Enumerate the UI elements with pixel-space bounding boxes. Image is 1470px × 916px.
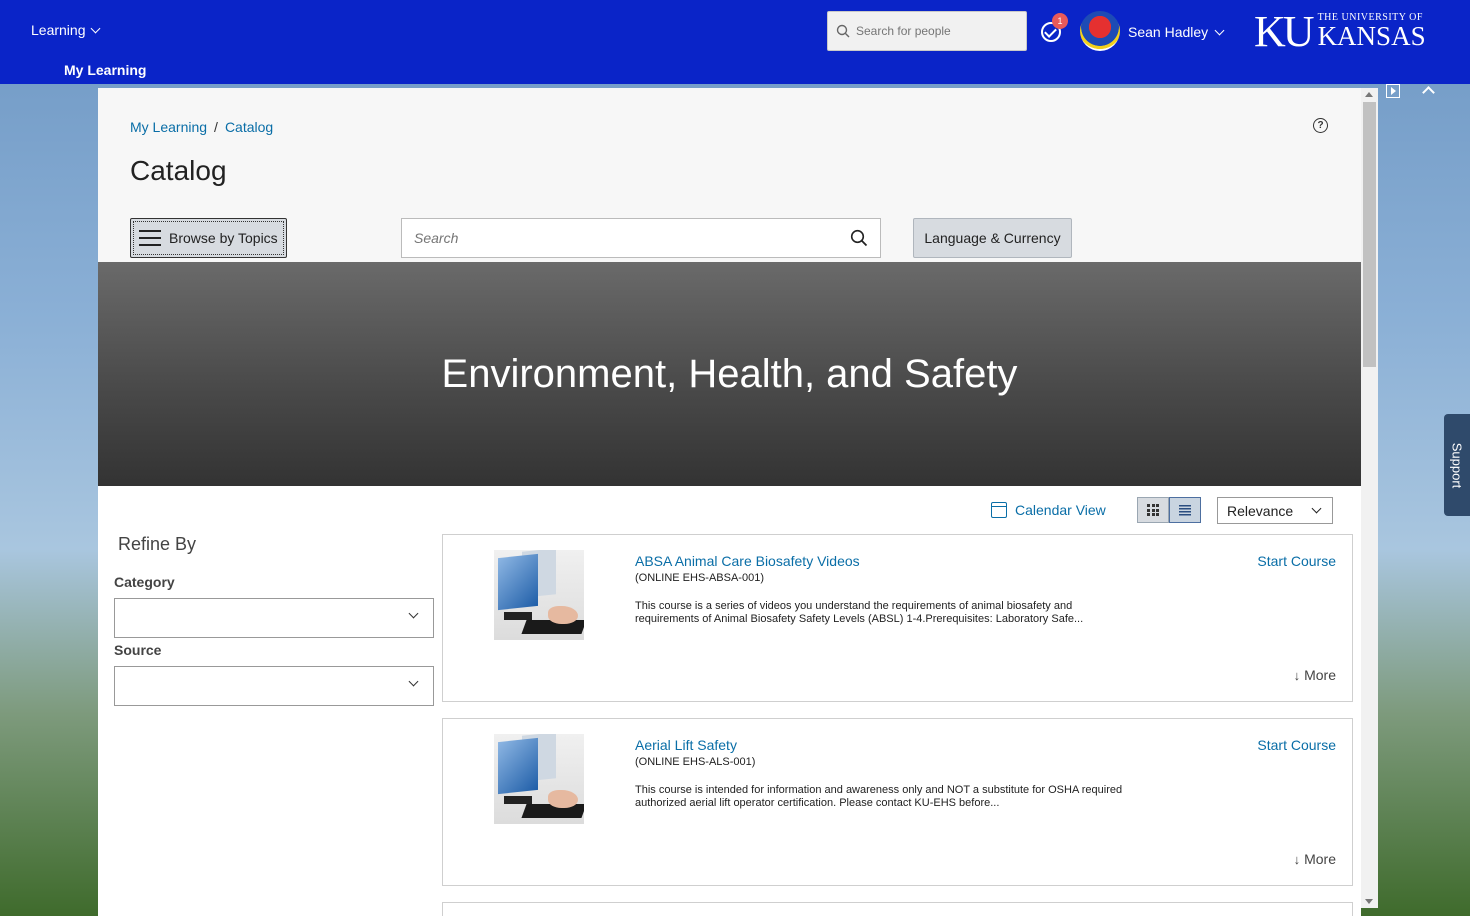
view-toggle xyxy=(1137,497,1201,523)
course-code: (ONLINE EHS-ABSA-001) xyxy=(635,572,764,584)
scrollbar[interactable] xyxy=(1361,88,1378,908)
ku-logo: KU THE UNIVERSITY OF KANSAS xyxy=(1254,10,1426,54)
source-label: Source xyxy=(114,642,162,658)
grid-view-button[interactable] xyxy=(1137,497,1169,523)
calendar-view-label: Calendar View xyxy=(1015,502,1106,518)
my-learning-nav[interactable]: My Learning xyxy=(64,62,146,78)
sort-value: Relevance xyxy=(1227,502,1294,519)
start-course-link[interactable]: Start Course xyxy=(1257,553,1336,569)
more-link[interactable]: ↓ More xyxy=(1294,667,1336,683)
search-icon[interactable] xyxy=(850,229,868,247)
start-course-link[interactable]: Start Course xyxy=(1257,737,1336,753)
people-search-input[interactable] xyxy=(856,24,1016,38)
browse-by-topics-button[interactable]: Browse by Topics xyxy=(130,218,287,258)
search-icon xyxy=(836,24,850,38)
more-label: More xyxy=(1304,667,1336,683)
arrow-down-icon: ↓ xyxy=(1293,667,1301,683)
breadcrumb-separator: / xyxy=(214,119,218,135)
chevron-down-icon xyxy=(408,676,419,687)
language-currency-button[interactable]: Language & Currency xyxy=(913,218,1072,258)
learning-menu-label: Learning xyxy=(31,22,86,38)
course-title[interactable]: Aerial Lift Safety xyxy=(635,737,737,753)
browse-button-label: Browse by Topics xyxy=(169,230,278,246)
sort-select[interactable]: Relevance xyxy=(1217,497,1333,524)
catalog-search-input[interactable] xyxy=(414,230,850,246)
top-header: Learning My Learning 1 Sean Hadley KU TH… xyxy=(0,0,1470,84)
breadcrumb: My Learning / Catalog xyxy=(130,119,273,135)
scroll-down-icon[interactable] xyxy=(1365,899,1373,904)
chevron-down-icon xyxy=(1214,25,1225,35)
breadcrumb-my-learning[interactable]: My Learning xyxy=(130,119,207,135)
topic-banner: Environment, Health, and Safety xyxy=(98,262,1361,486)
arrow-down-icon: ↓ xyxy=(1293,851,1301,867)
calendar-view-link[interactable]: Calendar View xyxy=(991,502,1106,518)
chevron-down-icon xyxy=(1311,503,1322,514)
list-view-button[interactable] xyxy=(1169,497,1201,523)
user-menu[interactable]: Sean Hadley xyxy=(1128,24,1225,40)
more-label: More xyxy=(1304,851,1336,867)
course-description: This course is a series of videos you un… xyxy=(635,600,1084,625)
play-icon[interactable] xyxy=(1386,84,1400,98)
category-label: Category xyxy=(114,574,175,590)
chevron-up-icon[interactable] xyxy=(1422,86,1435,99)
topic-title: Environment, Health, and Safety xyxy=(441,351,1018,396)
scroll-up-icon[interactable] xyxy=(1365,92,1373,97)
help-icon[interactable]: ? xyxy=(1313,118,1328,133)
learning-menu[interactable]: Learning xyxy=(31,22,100,38)
chevron-down-icon xyxy=(408,608,419,619)
category-select[interactable] xyxy=(114,598,434,638)
scrollbar-thumb[interactable] xyxy=(1363,102,1376,367)
chevron-down-icon xyxy=(90,23,100,33)
course-title[interactable]: ABSA Animal Care Biosafety Videos xyxy=(635,553,860,569)
ku-logo-big: KANSAS xyxy=(1317,21,1426,51)
grid-icon xyxy=(1147,504,1159,516)
course-thumbnail[interactable] xyxy=(494,550,584,640)
hamburger-icon xyxy=(139,230,161,246)
avatar[interactable] xyxy=(1080,11,1120,51)
course-card: ABSA Animal Care Biosafety Videos (ONLIN… xyxy=(442,534,1353,702)
course-description: This course is intended for information … xyxy=(635,784,1123,809)
more-link[interactable]: ↓ More xyxy=(1294,851,1336,867)
course-card: Aerial Lift Safety (ONLINE EHS-ALS-001) … xyxy=(442,718,1353,886)
catalog-search[interactable] xyxy=(401,218,881,258)
course-code: (ONLINE EHS-ALS-001) xyxy=(635,756,756,768)
support-tab[interactable]: Support xyxy=(1444,414,1470,516)
list-icon xyxy=(1179,504,1191,516)
calendar-icon xyxy=(991,502,1007,518)
catalog-panel: My Learning / Catalog ? Catalog Browse by … xyxy=(98,88,1361,916)
support-label: Support xyxy=(1449,442,1465,488)
notification-badge: 1 xyxy=(1052,13,1068,29)
breadcrumb-catalog[interactable]: Catalog xyxy=(225,119,273,135)
course-card xyxy=(442,902,1353,916)
people-search[interactable] xyxy=(827,11,1027,51)
page-title: Catalog xyxy=(130,155,227,186)
ku-logo-mark: KU xyxy=(1254,7,1315,56)
course-thumbnail[interactable] xyxy=(494,734,584,824)
refine-by-title: Refine By xyxy=(118,534,197,554)
source-select[interactable] xyxy=(114,666,434,706)
user-name: Sean Hadley xyxy=(1128,24,1209,40)
